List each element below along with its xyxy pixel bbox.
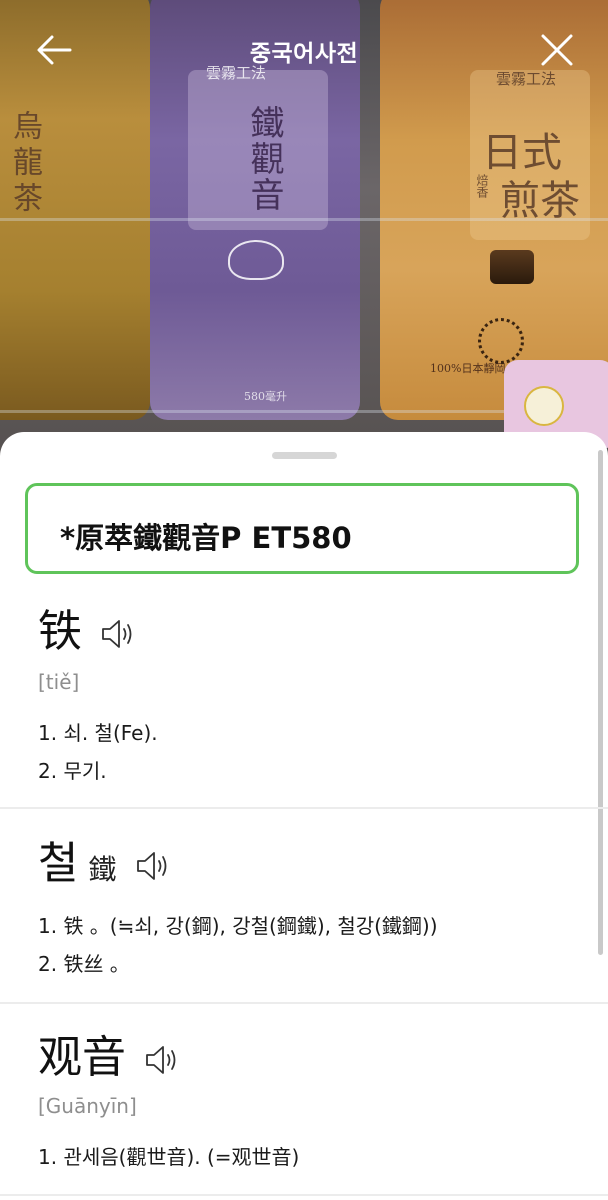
entry-sense: 2. 铁丝 。 bbox=[38, 952, 130, 976]
sheet-drag-handle[interactable] bbox=[272, 452, 337, 459]
entry-header: 铁 bbox=[38, 610, 136, 654]
speaker-icon bbox=[146, 1046, 176, 1074]
bottle-small-right: 焙香 bbox=[475, 174, 489, 198]
pronunciation-button[interactable] bbox=[100, 618, 136, 654]
results-sheet: *原萃鐵觀音P ET580 铁 [tiě] 1. 쇠. 철(Fe). 2. 무기… bbox=[0, 432, 608, 1200]
recognized-text: *原萃鐵觀音P ET580 bbox=[60, 521, 352, 555]
pronunciation-button[interactable] bbox=[144, 1044, 180, 1080]
page-title: 중국어사전 bbox=[249, 41, 359, 67]
entry-sense: 1. 쇠. 철(Fe). bbox=[38, 721, 158, 745]
entry-pinyin: [tiě] bbox=[38, 670, 80, 694]
close-button[interactable] bbox=[537, 30, 577, 70]
entry-header: 观音 bbox=[38, 1036, 180, 1080]
entry-headword: 철 bbox=[38, 838, 79, 889]
divider bbox=[0, 1194, 608, 1196]
scrollbar[interactable] bbox=[598, 450, 603, 955]
entry-header: 철 鐵 bbox=[38, 842, 171, 886]
sun-emblem-graphic bbox=[478, 318, 524, 364]
speaker-icon bbox=[136, 852, 166, 880]
entry-pinyin: [Guānyīn] bbox=[38, 1094, 137, 1118]
entry-hanja: 鐵 bbox=[88, 853, 117, 886]
entry-headword: 铁 bbox=[38, 606, 82, 657]
tea-cup-graphic bbox=[490, 250, 534, 284]
entry-sense: 1. 铁 。(≒쇠, 강(鋼), 강철(鋼鐵), 철강(鐵鋼)) bbox=[38, 914, 438, 938]
close-icon bbox=[541, 34, 573, 66]
top-bar: 중국어사전 bbox=[0, 0, 608, 100]
bottle-name-middle: 鐵觀音 bbox=[244, 105, 284, 213]
mascot-graphic bbox=[524, 386, 564, 426]
teapot-graphic bbox=[228, 240, 284, 280]
entry-headword: 观音 bbox=[38, 1032, 126, 1083]
pronunciation-button[interactable] bbox=[135, 850, 171, 886]
entry-sense: 2. 무기. bbox=[38, 759, 107, 783]
bottle-name-right-2: 煎茶 bbox=[500, 178, 580, 224]
divider bbox=[0, 807, 608, 809]
entry-sense: 1. 관세음(觀世音). (=观世音) bbox=[38, 1145, 300, 1169]
bottle-volume-middle: 580毫升 bbox=[244, 390, 287, 403]
speaker-icon bbox=[102, 620, 132, 648]
bottle-text-left: 烏龍茶 bbox=[7, 110, 42, 218]
divider bbox=[0, 1002, 608, 1004]
recognized-text-box[interactable]: *原萃鐵觀音P ET580 bbox=[25, 483, 579, 574]
